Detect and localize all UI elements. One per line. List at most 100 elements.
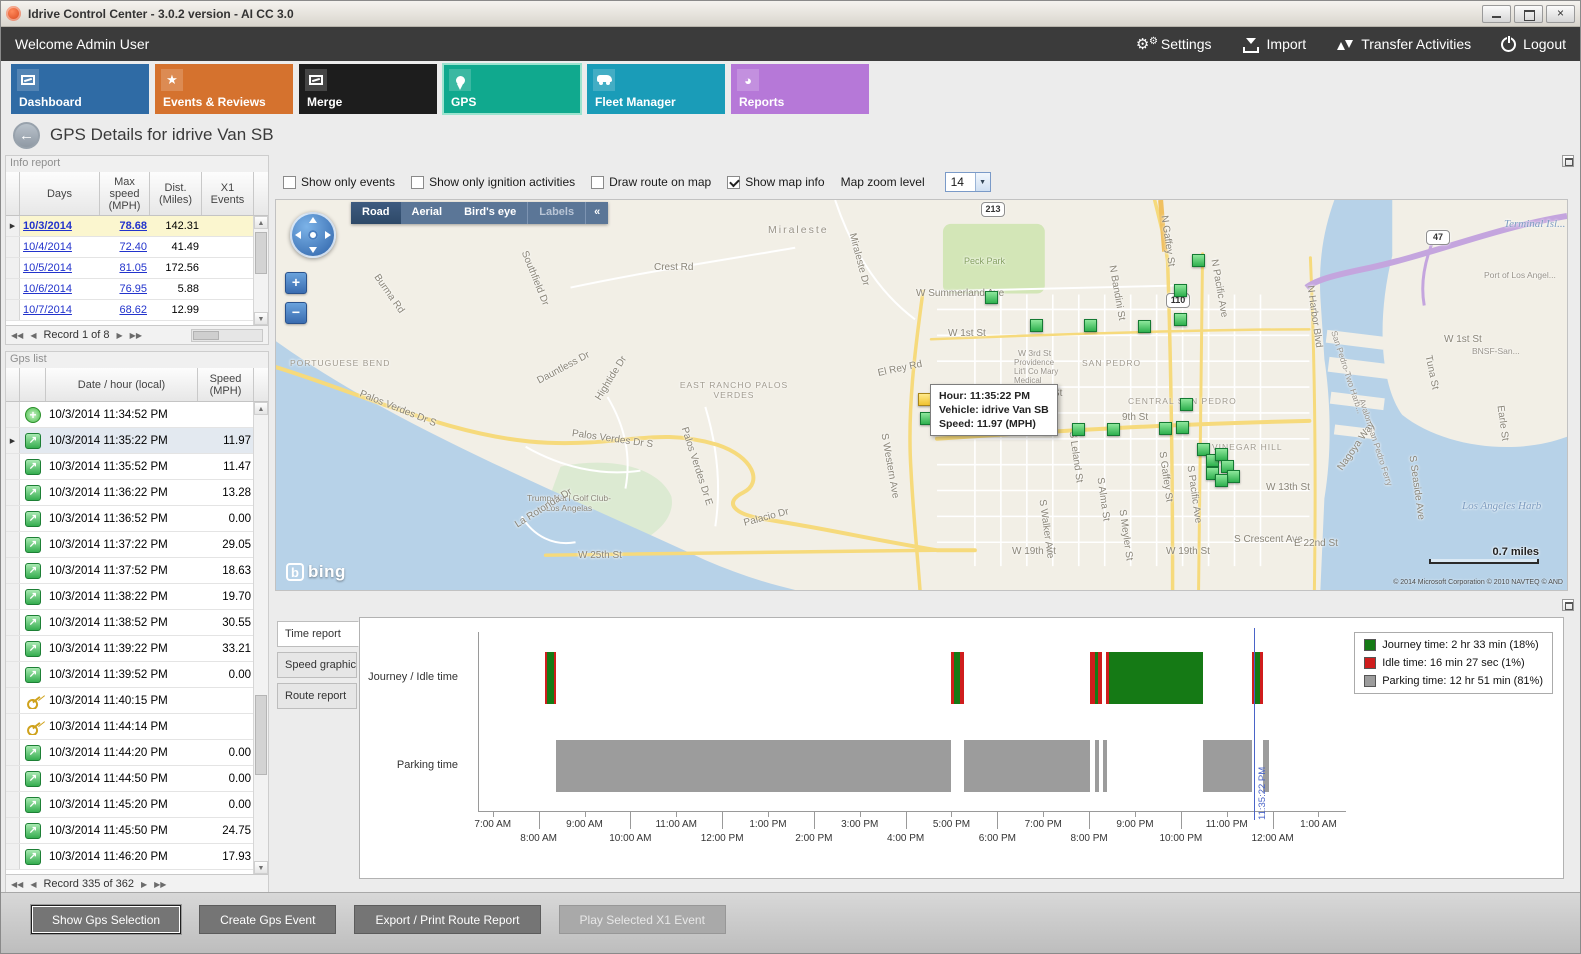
gps-list-vscrollbar[interactable]: ▲ ▼	[253, 402, 268, 874]
day-link[interactable]: 10/4/2014	[20, 241, 100, 253]
gps-list-row[interactable]: 10/3/2014 11:39:52 PM0.00	[6, 662, 268, 688]
gps-list-row[interactable]: 10/3/2014 11:36:52 PM0.00	[6, 506, 268, 532]
header-cell-speed[interactable]: Speed (MPH)	[198, 368, 254, 401]
map-marker[interactable]	[1072, 423, 1085, 436]
max-speed-link[interactable]: 68.62	[100, 304, 150, 316]
chevron-down-icon[interactable]: ▼	[975, 173, 990, 191]
gps-list-row[interactable]: 10/3/2014 11:38:52 PM30.55	[6, 610, 268, 636]
nav-tile-reports[interactable]: ◕Reports	[731, 64, 869, 114]
topbar-action-transfer-activities[interactable]: Transfer Activities	[1336, 36, 1471, 53]
gps-list-row[interactable]: 10/3/2014 11:44:20 PM0.00	[6, 740, 268, 766]
gps-list-row[interactable]: 10/3/2014 11:36:22 PM13.28	[6, 480, 268, 506]
next-record-button[interactable]: ▶	[117, 331, 123, 340]
back-button[interactable]: ←	[13, 122, 40, 149]
maximize-button[interactable]	[1514, 5, 1543, 23]
map-view-tab-aerial[interactable]: Aerial	[401, 202, 454, 224]
checkbox-box[interactable]	[591, 176, 604, 189]
map-marker[interactable]	[1138, 320, 1151, 333]
chart-tab-route-report[interactable]: Route report	[277, 683, 357, 709]
checkbox-show-map-info[interactable]: Show map info	[727, 175, 824, 189]
map-marker[interactable]	[1192, 254, 1205, 267]
map-marker[interactable]	[1227, 470, 1240, 483]
map-view-tab-labels[interactable]: Labels	[527, 202, 586, 224]
gps-list-row[interactable]: 10/3/2014 11:44:14 PM	[6, 714, 268, 740]
map-marker[interactable]	[1180, 398, 1193, 411]
map-view-tab-road[interactable]: Road	[351, 202, 401, 224]
map-marker[interactable]	[1159, 422, 1172, 435]
gps-list-row[interactable]: 10/3/2014 11:37:52 PM18.63	[6, 558, 268, 584]
maximize-chart-panel-button[interactable]	[1562, 599, 1574, 611]
checkbox-box[interactable]	[411, 176, 424, 189]
info-report-row[interactable]: 10/4/201472.4041.49	[6, 237, 268, 258]
max-speed-link[interactable]: 76.95	[100, 283, 150, 295]
checkbox-show-only-events[interactable]: Show only events	[283, 175, 395, 189]
info-report-row[interactable]: 10/7/201468.6212.99	[6, 300, 268, 321]
map-view-tab-bird-s-eye[interactable]: Bird's eye	[453, 202, 527, 224]
day-link[interactable]: 10/3/2014	[20, 220, 100, 232]
pan-left-icon[interactable]	[295, 231, 301, 239]
gps-list-row[interactable]: ▶10/3/2014 11:35:22 PM11.97	[6, 428, 268, 454]
gps-list-row[interactable]: 10/3/2014 11:45:20 PM0.00	[6, 792, 268, 818]
day-link[interactable]: 10/7/2014	[20, 304, 100, 316]
map[interactable]: MiralestePeck ParkW Summerland AveCrest …	[275, 199, 1568, 591]
nav-tile-events-reviews[interactable]: ★Events & Reviews	[155, 64, 293, 114]
header-cell-x1-events[interactable]: X1 Events	[202, 172, 254, 215]
gps-list-row[interactable]: 10/3/2014 11:46:20 PM17.93	[6, 844, 268, 870]
last-record-button[interactable]: ▶▶	[130, 331, 142, 340]
topbar-action-logout[interactable]: Logout	[1501, 36, 1566, 52]
prev-record-button[interactable]: ◀	[30, 880, 36, 889]
map-marker[interactable]	[1215, 474, 1228, 487]
gps-list-row[interactable]: 10/3/2014 11:37:22 PM29.05	[6, 532, 268, 558]
chart-tab-speed-graphic[interactable]: Speed graphic	[277, 652, 357, 678]
map-nav-collapse-button[interactable]: «	[586, 202, 608, 224]
max-speed-link[interactable]: 72.40	[100, 241, 150, 253]
checkbox-box[interactable]	[283, 176, 296, 189]
info-report-row[interactable]: 10/6/201476.955.88	[6, 279, 268, 300]
first-record-button[interactable]: ◀◀	[11, 331, 23, 340]
map-marker[interactable]	[985, 291, 998, 304]
pan-down-icon[interactable]	[309, 247, 317, 253]
next-record-button[interactable]: ▶	[141, 880, 147, 889]
map-marker[interactable]	[1107, 423, 1120, 436]
info-report-row[interactable]: ▶10/3/201478.68142.31	[6, 216, 268, 237]
maximize-map-panel-button[interactable]	[1562, 155, 1574, 167]
pan-up-icon[interactable]	[309, 217, 317, 223]
max-speed-link[interactable]: 78.68	[100, 220, 150, 232]
nav-tile-dashboard[interactable]: Dashboard	[11, 64, 149, 114]
gps-list-row[interactable]: 10/3/2014 11:38:22 PM19.70	[6, 584, 268, 610]
header-cell-dist[interactable]: Dist. (Miles)	[150, 172, 202, 215]
minimize-button[interactable]	[1482, 5, 1511, 23]
max-speed-link[interactable]: 81.05	[100, 262, 150, 274]
map-marker[interactable]	[1084, 319, 1097, 332]
zoom-in-button[interactable]: +	[285, 272, 307, 294]
checkbox-show-only-ignition-activities[interactable]: Show only ignition activities	[411, 175, 575, 189]
map-zoom-level-select[interactable]: 14▼	[945, 172, 991, 192]
chart-tab-time-report[interactable]: Time report	[277, 621, 359, 647]
info-report-hscrollbar[interactable]	[191, 329, 263, 342]
gps-list-row[interactable]: 10/3/2014 11:39:22 PM33.21	[6, 636, 268, 662]
pan-right-icon[interactable]	[325, 231, 331, 239]
gps-list-row[interactable]: 10/3/2014 11:45:50 PM24.75	[6, 818, 268, 844]
info-report-row[interactable]: 10/5/201481.05172.56	[6, 258, 268, 279]
map-marker[interactable]	[1174, 313, 1187, 326]
footer-button-export-print-route-report[interactable]: Export / Print Route Report	[354, 905, 540, 934]
nav-tile-merge[interactable]: Merge	[299, 64, 437, 114]
gps-list-row[interactable]: 10/3/2014 11:40:15 PM	[6, 688, 268, 714]
map-marker[interactable]	[1174, 284, 1187, 297]
map-marker[interactable]	[1030, 319, 1043, 332]
zoom-out-button[interactable]: −	[285, 302, 307, 324]
day-link[interactable]: 10/6/2014	[20, 283, 100, 295]
footer-button-show-gps-selection[interactable]: Show Gps Selection	[31, 905, 181, 934]
close-button[interactable]: ×	[1546, 5, 1575, 23]
header-cell-max-speed[interactable]: Max speed (MPH)	[100, 172, 150, 215]
last-record-button[interactable]: ▶▶	[154, 880, 166, 889]
checkbox-draw-route-on-map[interactable]: Draw route on map	[591, 175, 711, 189]
checkbox-box[interactable]	[727, 176, 740, 189]
gps-list-row[interactable]: 10/3/2014 11:35:52 PM11.47	[6, 454, 268, 480]
map-compass-control[interactable]	[290, 212, 336, 258]
header-cell-days[interactable]: Days	[20, 172, 100, 215]
prev-record-button[interactable]: ◀	[30, 331, 36, 340]
info-report-vscrollbar[interactable]: ▲ ▼	[253, 216, 268, 325]
header-cell-datetime[interactable]: Date / hour (local)	[46, 368, 198, 401]
nav-tile-gps[interactable]: GPS	[443, 64, 581, 114]
